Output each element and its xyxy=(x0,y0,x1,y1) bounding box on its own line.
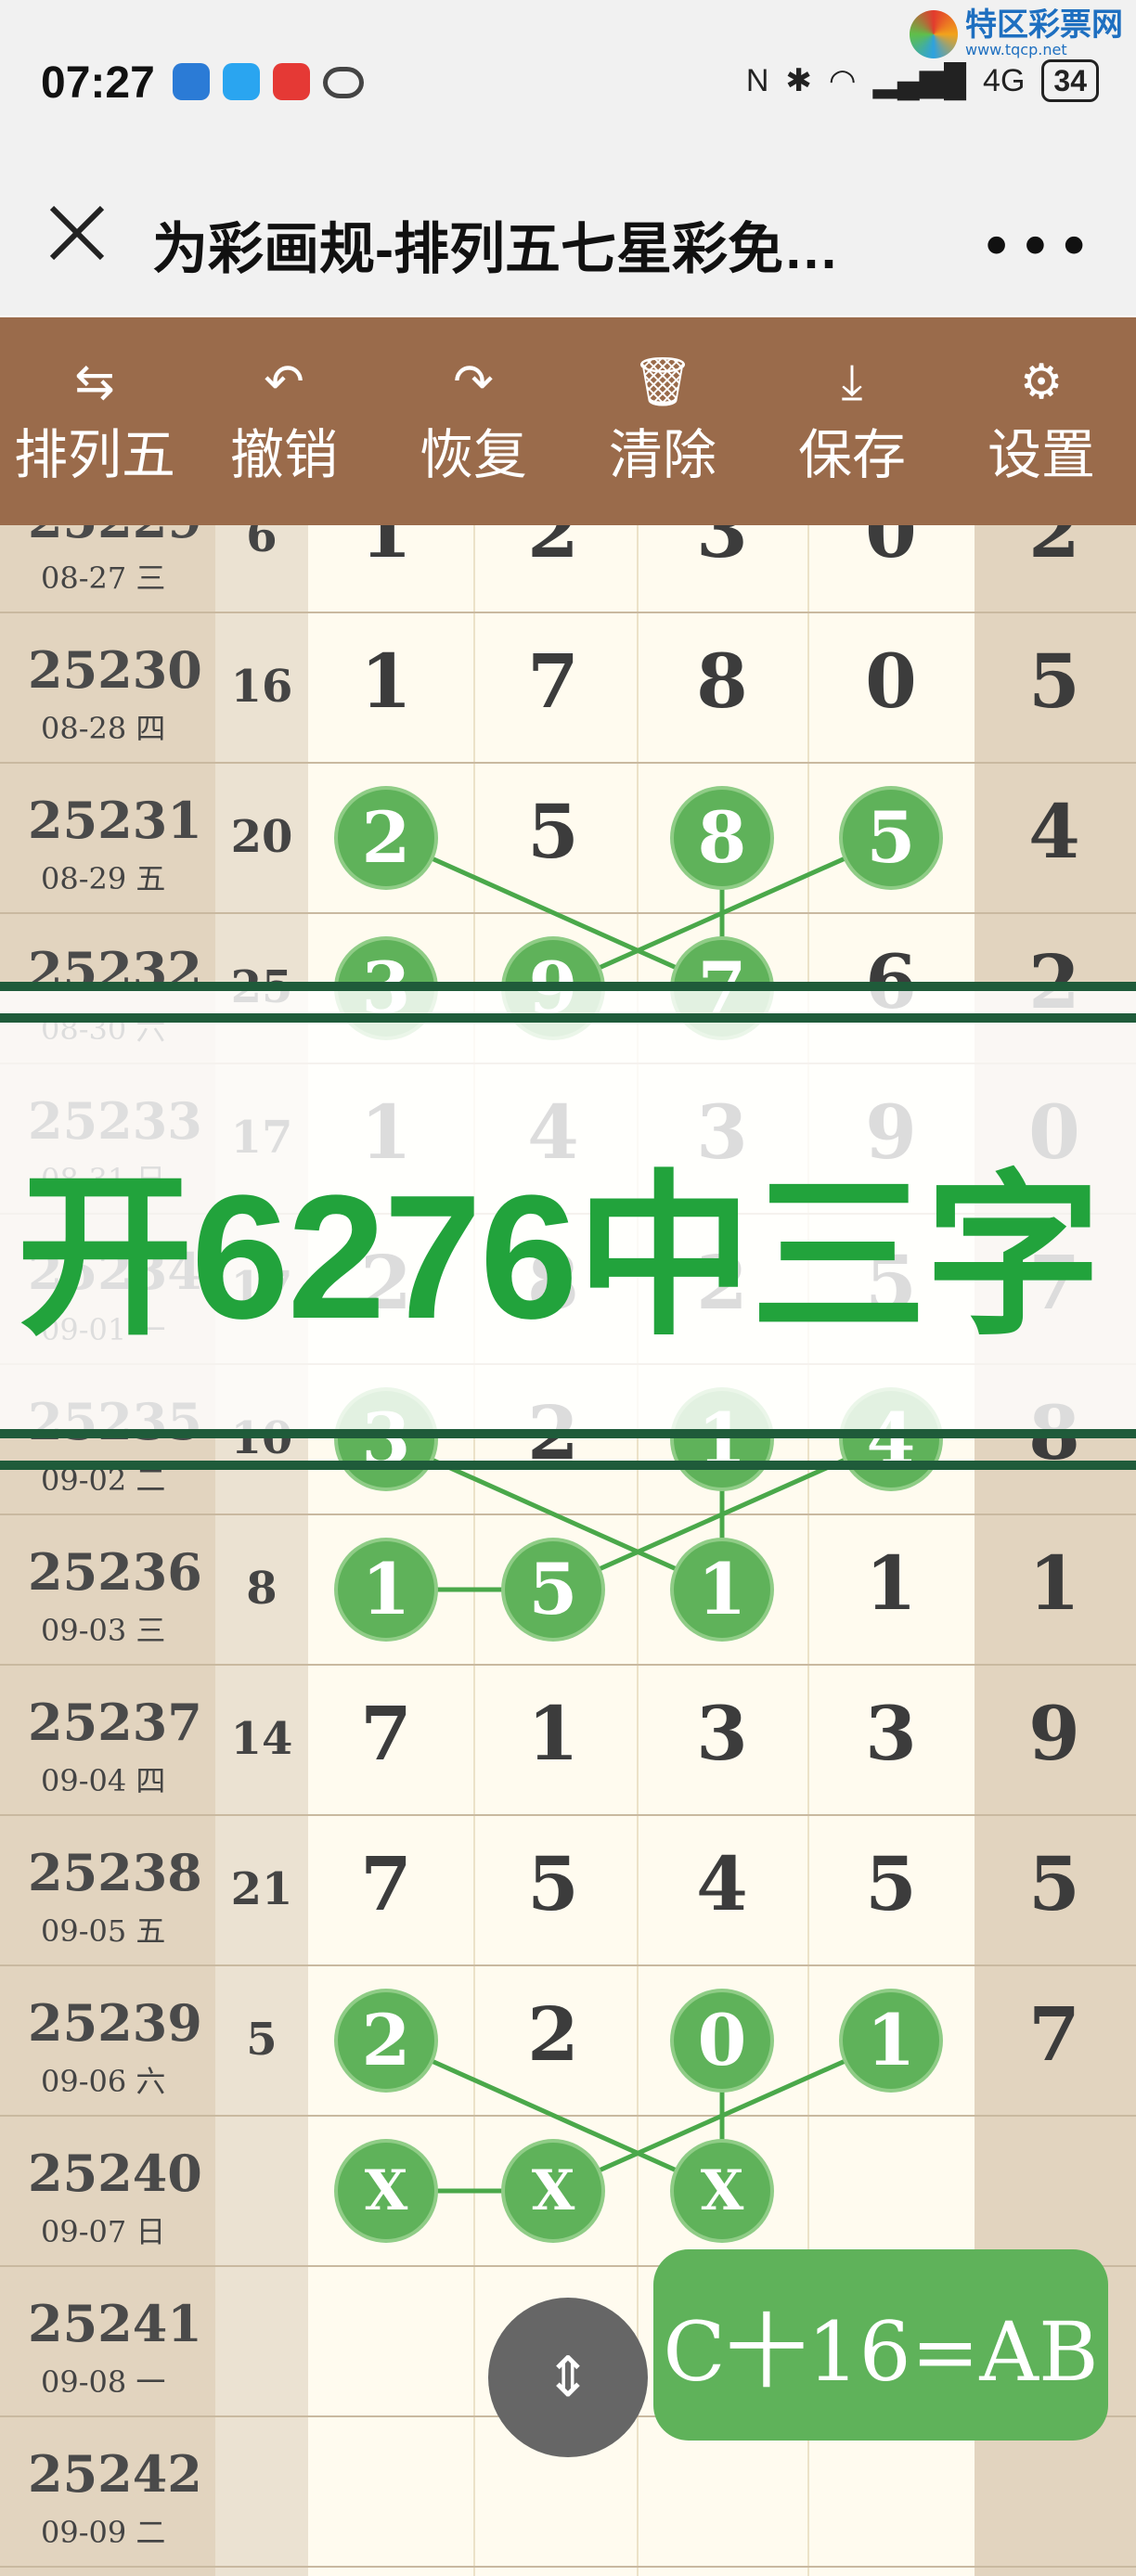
toolbar-undo-button[interactable]: ↶ 撤销 xyxy=(189,317,379,525)
trash-icon: 🗑 xyxy=(631,354,693,410)
eye-icon xyxy=(323,67,364,98)
toolbar-redo-button[interactable]: ↷ 恢复 xyxy=(379,317,568,525)
chat-app-icon xyxy=(223,63,260,100)
highlighted-digit[interactable]: 1 xyxy=(674,1541,770,1638)
toolbar-label: 撤销 xyxy=(229,423,338,486)
close-icon[interactable] xyxy=(45,200,110,265)
status-app-icons xyxy=(173,63,364,100)
overlay-band-line xyxy=(0,1429,1136,1438)
up-down-arrows-icon: ⇕ xyxy=(544,2345,592,2410)
watermark: 特区彩票网 www.tqcp.net xyxy=(910,9,1123,58)
highlighted-digit[interactable]: 1 xyxy=(338,1541,434,1638)
status-bar: 07:27 N ✱ ◠ ▂▄▆█ 4G 34 特区彩票网 www.tqcp.ne… xyxy=(0,0,1136,167)
app-12123-icon xyxy=(173,63,210,100)
highlighted-digit[interactable]: 8 xyxy=(674,790,770,886)
bluetooth-icon: ✱ xyxy=(785,63,812,98)
download-icon: ⤓ xyxy=(841,354,863,410)
network-type: 4G xyxy=(983,62,1026,98)
red-app-icon xyxy=(273,63,310,100)
highlighted-digit[interactable]: 2 xyxy=(338,790,434,886)
formula-button[interactable]: C十16=AB xyxy=(653,2249,1108,2441)
overlay-band-line xyxy=(0,1013,1136,1023)
highlighted-digit[interactable]: 1 xyxy=(843,1992,939,2089)
toolbar-label: 保存 xyxy=(797,423,906,486)
undo-icon: ↶ xyxy=(264,354,304,410)
overlay-band-line xyxy=(0,1461,1136,1470)
toolbar: ⇆ 排列五 ↶ 撤销 ↷ 恢复 🗑 清除 ⤓ 保存 ⚙ 设置 xyxy=(0,317,1136,525)
more-menu-icon[interactable]: ••• xyxy=(979,213,1095,282)
watermark-logo-icon xyxy=(910,9,958,58)
toolbar-label: 排列五 xyxy=(13,423,175,486)
toolbar-switch-button[interactable]: ⇆ 排列五 xyxy=(0,317,189,525)
nfc-icon: N xyxy=(745,62,769,98)
battery-indicator: 34 xyxy=(1041,59,1099,102)
status-time: 07:27 xyxy=(41,58,155,108)
status-indicators: N ✱ ◠ ▂▄▆█ 4G 34 xyxy=(746,59,1099,102)
toolbar-clear-button[interactable]: 🗑 清除 xyxy=(568,317,757,525)
signal-icon: ▂▄▆█ xyxy=(872,63,967,98)
overlay-headline: 开6276中三字 xyxy=(17,1159,1102,1356)
highlighted-digit[interactable]: 5 xyxy=(505,1541,601,1638)
toolbar-label: 恢复 xyxy=(419,423,527,486)
highlighted-digit[interactable]: X xyxy=(338,2143,434,2239)
gear-icon: ⚙ xyxy=(1019,354,1064,410)
highlighted-digit[interactable]: 5 xyxy=(843,790,939,886)
wifi-icon: ◠ xyxy=(828,63,857,98)
highlighted-digit[interactable]: 2 xyxy=(338,1992,434,2089)
redo-icon: ↷ xyxy=(453,354,494,410)
overlay-band-line xyxy=(0,982,1136,991)
page-title: 为彩画规-排列五七星彩免… xyxy=(152,218,839,280)
highlighted-digit[interactable]: X xyxy=(674,2143,770,2239)
toolbar-settings-button[interactable]: ⚙ 设置 xyxy=(947,317,1136,525)
toolbar-save-button[interactable]: ⤓ 保存 xyxy=(757,317,947,525)
highlighted-digit[interactable]: X xyxy=(505,2143,601,2239)
scroll-toggle-button[interactable]: ⇕ xyxy=(488,2298,648,2457)
toolbar-label: 设置 xyxy=(987,423,1095,486)
title-bar: 为彩画规-排列五七星彩免… ••• xyxy=(0,167,1136,316)
switch-icon: ⇆ xyxy=(74,354,115,410)
watermark-name: 特区彩票网 xyxy=(965,6,1123,44)
toolbar-label: 清除 xyxy=(608,423,716,486)
highlighted-digit[interactable]: 0 xyxy=(674,1992,770,2089)
